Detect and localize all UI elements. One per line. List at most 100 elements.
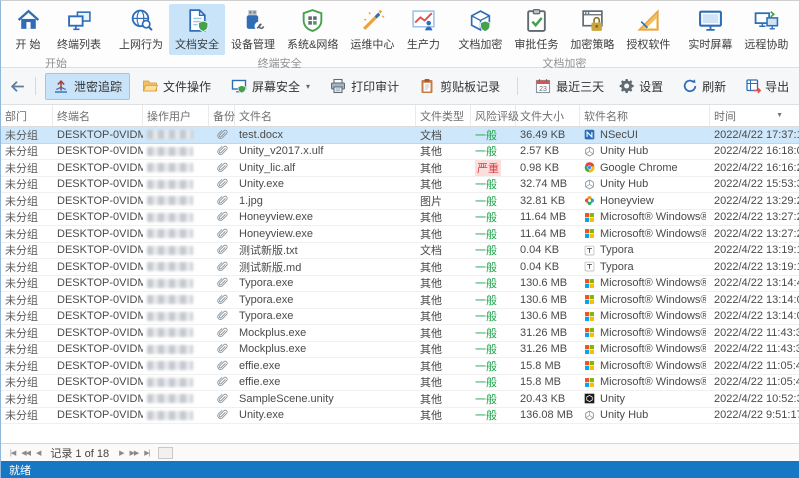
- table-row[interactable]: 未分组 DESKTOP-0VIDMDJ 1.jpg 图片 一般 32.81 KB Honey…: [1, 193, 799, 210]
- table-row[interactable]: 未分组 DESKTOP-0VIDMDJ Unity.exe 其他 一般 136.08 MB…: [1, 407, 799, 424]
- pager-next-button-0[interactable]: ▶: [116, 449, 126, 457]
- cell-file-name: 1.jpg: [239, 194, 263, 207]
- table-row[interactable]: 未分组 DESKTOP-0VIDMDJ Unity.exe 其他 一般 32.74 MB U…: [1, 176, 799, 193]
- cell-software-name: Microsoft® Windows® Oper...: [580, 358, 710, 374]
- column-header[interactable]: 操作用户: [143, 105, 209, 126]
- cell-department: 未分组: [5, 146, 38, 159]
- cell-backup: [209, 177, 235, 193]
- cell-file-name: Mockplus.exe: [239, 326, 307, 339]
- cell-operator-user: [143, 160, 209, 176]
- toolbar-button-label: 剪贴板记录: [440, 79, 501, 94]
- cell-department: 未分组: [5, 228, 38, 241]
- table-row[interactable]: 未分组 DESKTOP-0VIDMDJ effie.exe 其他 一般 15.8 MB Mi…: [1, 358, 799, 375]
- toolbar-button-file-operations[interactable]: 文件操作: [134, 73, 219, 100]
- cell-file-size: 15.8 MB: [520, 376, 561, 389]
- ribbon-item-authorized-software[interactable]: 授权软件: [620, 4, 676, 55]
- column-header[interactable]: 风险评级: [471, 105, 519, 126]
- table-row[interactable]: 未分组 DESKTOP-0VIDMDJ Mockplus.exe 其他 一般 31.26 …: [1, 325, 799, 342]
- ribbon-item-realtime-screen[interactable]: 实时屏幕: [682, 4, 738, 55]
- ribbon-item-sensitive-content-scan[interactable]: 敏感内容扫描: [794, 4, 800, 55]
- cell-software-name: Microsoft® Windows® Oper...: [580, 375, 710, 391]
- pager-edit-button[interactable]: [158, 446, 174, 459]
- internet-behavior-icon: [129, 8, 154, 33]
- ribbon-item-device-management[interactable]: 设备管理: [225, 4, 281, 55]
- table-row[interactable]: 未分组 DESKTOP-0VIDMDJ 测试新版.md 其他 一般 0.04 KB Typo…: [1, 259, 799, 276]
- date-filter-label: 最近三天: [556, 79, 605, 94]
- toolbar-button-clipboard-records[interactable]: 剪贴板记录: [411, 73, 508, 100]
- paperclip-icon: [216, 178, 228, 190]
- pager-prev-button-0[interactable]: |◀: [7, 449, 18, 457]
- toolbar-button-leak-trace[interactable]: 泄密追踪: [45, 72, 131, 100]
- cell-backup: [209, 127, 235, 143]
- toolbar-button-screen-security[interactable]: 屏幕安全 ▾: [223, 73, 318, 100]
- cell-time: 2022/4/22 13:14:06: [714, 310, 799, 323]
- toolbar-button-recent-three-days[interactable]: 23 最近三天: [527, 73, 612, 100]
- cell-file-size: 11.64 MB: [520, 227, 567, 240]
- column-header[interactable]: 部门: [1, 105, 53, 126]
- cell-software-name: Microsoft® Windows® Oper...: [580, 292, 710, 308]
- table-row[interactable]: 未分组 DESKTOP-0VIDMDJ Honeyview.exe 其他 一般 11.64…: [1, 226, 799, 243]
- column-header[interactable]: 文件类型: [416, 105, 471, 126]
- pager-next-button-2[interactable]: ▶|: [141, 449, 152, 457]
- toolbar-button-settings[interactable]: 设置: [616, 74, 666, 99]
- ribbon-item-document-security[interactable]: 文档安全: [169, 4, 225, 55]
- ribbon-item-productivity[interactable]: 生产力: [400, 4, 446, 55]
- cell-terminal-name: DESKTOP-0VIDMDJ: [57, 359, 143, 372]
- table-row[interactable]: 未分组 DESKTOP-0VIDMDJ 测试新版.txt 文档 一般 0.04 KB Typ…: [1, 242, 799, 259]
- ribbon-item-terminal-list[interactable]: 终端列表: [51, 4, 107, 55]
- column-header[interactable]: 终端名: [53, 105, 143, 126]
- toolbar-button-print-audit[interactable]: 打印审计: [322, 73, 407, 100]
- ribbon-item-approval-tasks[interactable]: 审批任务: [508, 4, 564, 55]
- toolbar-button-refresh[interactable]: 刷新: [679, 74, 729, 99]
- operator-user-redacted: [147, 146, 193, 156]
- risk-badge: 一般: [475, 129, 497, 142]
- table-row[interactable]: 未分组 DESKTOP-0VIDMDJ test.docx 文档 一般 36.49 KB N…: [1, 127, 799, 144]
- ribbon-item-home[interactable]: 开 始: [5, 4, 51, 55]
- leak-trace-icon: [53, 78, 69, 94]
- cell-risk-rating: 一般: [471, 243, 516, 259]
- column-header[interactable]: 备份: [209, 105, 235, 126]
- cell-software-name: Honeyview: [580, 193, 710, 209]
- cell-department: 未分组: [5, 195, 38, 208]
- paperclip-icon: [216, 343, 228, 355]
- refresh-icon: [682, 78, 698, 94]
- table-row[interactable]: 未分组 DESKTOP-0VIDMDJ Mockplus.exe 其他 一般 31.26 …: [1, 341, 799, 358]
- pager-prev-button-2[interactable]: ◀: [33, 449, 43, 457]
- table-row[interactable]: 未分组 DESKTOP-0VIDMDJ Typora.exe 其他 一般 130.6 MB…: [1, 308, 799, 325]
- cell-backup: [209, 243, 235, 259]
- cell-file-size: 31.26 MB: [520, 343, 568, 356]
- ribbon-item-label: 授权软件: [626, 39, 671, 51]
- table-row[interactable]: 未分组 DESKTOP-0VIDMDJ Honeyview.exe 其他 一般 11.64…: [1, 209, 799, 226]
- table-row[interactable]: 未分组 DESKTOP-0VIDMDJ Typora.exe 其他 一般 130.6 MB…: [1, 275, 799, 292]
- ribbon-item-encryption-policy[interactable]: 加密策略: [564, 4, 620, 55]
- pagination-bar: |◀ ◀◀ ◀ 记录 1 of 18 ▶ ▶▶ ▶|: [1, 443, 799, 461]
- column-header[interactable]: 文件名: [235, 105, 416, 126]
- toolbar-button-label: 文件操作: [163, 79, 212, 94]
- risk-badge: 严重: [475, 160, 501, 176]
- table-row[interactable]: 未分组 DESKTOP-0VIDMDJ Typora.exe 其他 一般 130.6 MB…: [1, 292, 799, 309]
- pager-next-button-1[interactable]: ▶▶: [126, 449, 141, 457]
- cell-risk-rating: 一般: [471, 391, 516, 407]
- table-row[interactable]: 未分组 DESKTOP-0VIDMDJ Unity_lic.alf 其他 严重 0.98 …: [1, 160, 799, 177]
- column-header[interactable]: 时间 ▼: [710, 105, 799, 126]
- cell-software-name: Typora: [580, 243, 710, 259]
- back-button[interactable]: [9, 74, 26, 98]
- column-header[interactable]: 文件大小: [516, 105, 580, 126]
- ribbon-item-system-network[interactable]: 系统&网络: [281, 4, 344, 55]
- ribbon-item-internet-behavior[interactable]: 上网行为: [113, 4, 169, 55]
- cell-terminal-name: DESKTOP-0VIDMDJ: [57, 409, 143, 422]
- toolbar-button-export[interactable]: 导出: [742, 74, 792, 99]
- cell-operator-user: [143, 144, 209, 160]
- table-row[interactable]: 未分组 DESKTOP-0VIDMDJ effie.exe 其他 一般 15.8 MB Mi…: [1, 374, 799, 391]
- ribbon-item-ops-center[interactable]: 运维中心: [344, 4, 400, 55]
- column-header[interactable]: 软件名称: [580, 105, 710, 126]
- table-row[interactable]: 未分组 DESKTOP-0VIDMDJ SampleScene.unity 其他 一般 2…: [1, 391, 799, 408]
- document-security-icon: [185, 8, 210, 33]
- ribbon-item-remote-assist[interactable]: 远程协助: [738, 4, 794, 55]
- table-row[interactable]: 未分组 DESKTOP-0VIDMDJ Unity_v2017.x.ulf 其他 一般 2…: [1, 143, 799, 160]
- productivity-icon: [411, 8, 436, 33]
- pager-prev-button-1[interactable]: ◀◀: [18, 449, 33, 457]
- ribbon-item-document-encryption[interactable]: 文档加密: [452, 4, 508, 55]
- cell-file-type: 其他: [420, 228, 442, 241]
- paperclip-icon: [216, 162, 228, 174]
